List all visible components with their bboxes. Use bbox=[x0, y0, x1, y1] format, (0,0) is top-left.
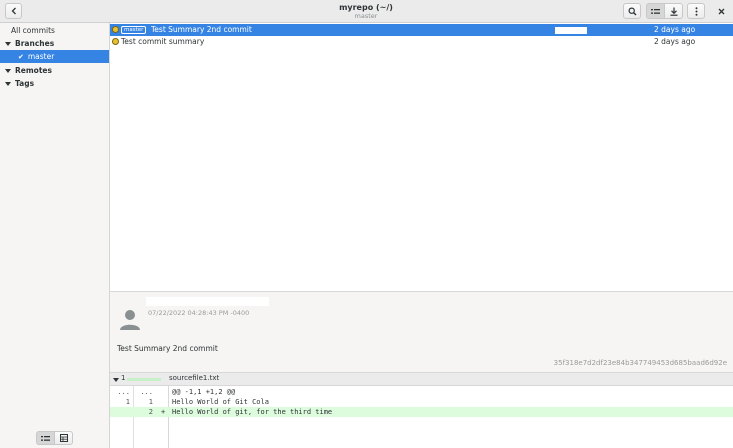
chevron-left-icon bbox=[11, 7, 16, 15]
diff-line-added: 2 + Hello World of git, for the third ti… bbox=[110, 407, 733, 417]
sidebar-item-label: master bbox=[27, 52, 55, 61]
header-bar: myrepo (~/) master bbox=[0, 0, 733, 23]
expand-arrow-icon bbox=[5, 41, 11, 46]
back-button[interactable] bbox=[5, 3, 22, 19]
window-title: myrepo (~/) master bbox=[266, 3, 466, 20]
fetch-button[interactable] bbox=[664, 3, 683, 19]
grid-icon bbox=[59, 434, 68, 442]
sidebar-section-tags[interactable]: Tags bbox=[0, 77, 109, 90]
avatar-icon bbox=[120, 310, 140, 330]
close-button[interactable] bbox=[714, 4, 728, 18]
expand-arrow-icon bbox=[113, 378, 119, 382]
search-icon bbox=[628, 7, 636, 15]
sidebar-section-label: Tags bbox=[15, 79, 35, 88]
sidebar-section-label: Branches bbox=[15, 39, 55, 48]
commit-hash: 35f318e7d2df23e84b347749453d685baad6d92e bbox=[553, 359, 727, 367]
commit-list: master Test Summary 2nd commit 2 days ag… bbox=[110, 23, 733, 291]
sidebar-section-remotes[interactable]: Remotes bbox=[0, 64, 109, 77]
diff-marker: + bbox=[161, 408, 166, 416]
commit-summary: Test Summary 2nd commit bbox=[117, 344, 218, 353]
list-icon bbox=[41, 435, 50, 441]
branch-badge: master bbox=[121, 26, 147, 34]
sidebar-section-branches[interactable]: Branches bbox=[0, 37, 109, 50]
diff-view[interactable]: ... ... @@ -1,1 +1,2 @@ 1 1 Hello World … bbox=[110, 386, 733, 448]
sidebar: All commits Branches ✔ master Remotes Tag… bbox=[0, 23, 110, 448]
sidebar-section-label: Remotes bbox=[15, 66, 52, 75]
new-line-number: 1 bbox=[148, 398, 153, 406]
commit-time: 2 days ago bbox=[654, 25, 696, 34]
diff-stat-bar bbox=[127, 378, 161, 381]
sidebar-grid-toggle[interactable] bbox=[54, 431, 73, 445]
diff-code: Hello World of git, for the third time bbox=[172, 408, 333, 416]
sidebar-item-all-commits[interactable]: All commits bbox=[0, 24, 109, 37]
commit-node-icon bbox=[112, 38, 119, 45]
commit-row[interactable]: Test commit summary 2 days ago bbox=[110, 36, 733, 48]
old-line-number: 1 bbox=[125, 398, 130, 406]
expand-arrow-icon bbox=[5, 68, 11, 73]
sidebar-toolbar bbox=[0, 426, 109, 448]
repo-title: myrepo (~/) bbox=[339, 3, 393, 12]
check-icon: ✔ bbox=[18, 53, 24, 61]
new-line-number: ... bbox=[140, 388, 153, 396]
close-icon bbox=[718, 8, 724, 14]
branch-subtitle: master bbox=[354, 12, 378, 20]
sidebar-item-master[interactable]: ✔ master bbox=[0, 50, 109, 63]
diff-change-count: 1 bbox=[121, 374, 126, 382]
diff-code: Hello World of Git Cola bbox=[172, 398, 269, 406]
commit-details: 07/22/2022 04:28:43 PM -0400 Test Summar… bbox=[110, 291, 733, 372]
commit-message: Test commit summary bbox=[121, 37, 205, 46]
commit-node-icon bbox=[112, 26, 119, 33]
diff-file-name: sourcefile1.txt bbox=[169, 374, 220, 382]
list-icon bbox=[651, 8, 660, 14]
diff-file-header[interactable]: 1 sourcefile1.txt bbox=[110, 372, 733, 386]
redacted-author bbox=[555, 27, 587, 34]
commit-message: Test Summary 2nd commit bbox=[151, 25, 252, 34]
new-line-number: 2 bbox=[148, 408, 153, 416]
diff-line: 1 1 Hello World of Git Cola bbox=[110, 397, 733, 407]
menu-button[interactable] bbox=[687, 3, 705, 19]
search-button[interactable] bbox=[623, 3, 641, 19]
commit-time: 2 days ago bbox=[654, 37, 696, 46]
list-view-button[interactable] bbox=[646, 3, 665, 19]
old-line-number: ... bbox=[117, 388, 130, 396]
redacted-author-name bbox=[146, 297, 269, 306]
kebab-menu-icon bbox=[695, 6, 697, 16]
expand-arrow-icon bbox=[5, 81, 11, 86]
commit-date: 07/22/2022 04:28:43 PM -0400 bbox=[148, 309, 250, 317]
commit-row[interactable]: master Test Summary 2nd commit 2 days ag… bbox=[110, 24, 733, 36]
download-icon bbox=[670, 7, 677, 16]
diff-code: @@ -1,1 +1,2 @@ bbox=[172, 388, 236, 396]
sidebar-list-toggle[interactable] bbox=[36, 431, 55, 445]
diff-line: ... ... @@ -1,1 +1,2 @@ bbox=[110, 387, 733, 397]
